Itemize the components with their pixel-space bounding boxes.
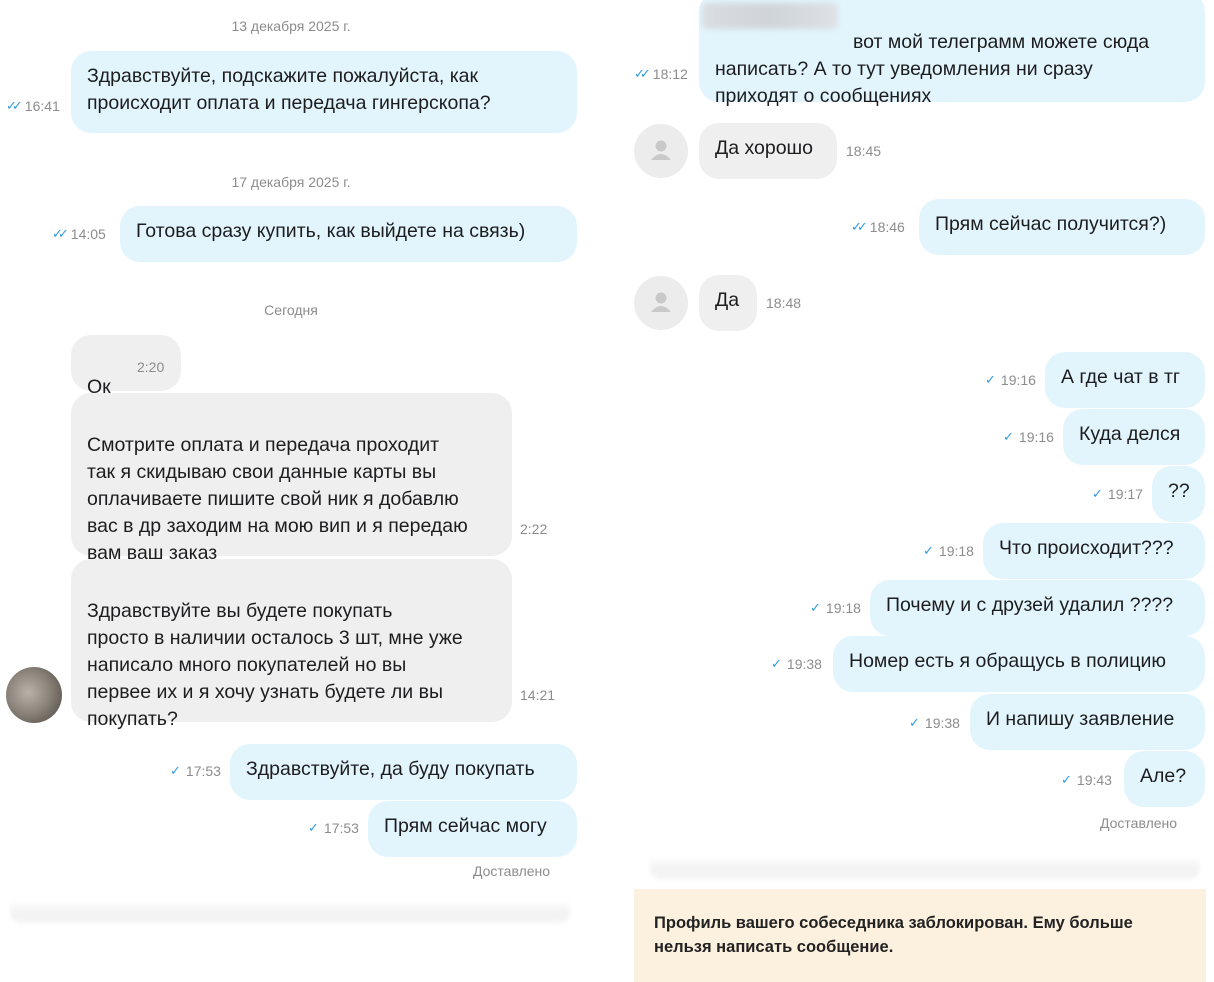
message-time: 19:43	[1076, 772, 1112, 788]
divider	[650, 856, 1200, 880]
message-time: 19:38	[786, 656, 822, 672]
outgoing-message[interactable]: Номер есть я обращусь в полицию	[833, 636, 1205, 692]
message-time: 19:16	[1000, 372, 1036, 388]
single-check-icon: ✓	[909, 715, 920, 730]
blocked-notice: Профиль вашего собеседника заблокирован.…	[634, 889, 1206, 982]
message-meta: ✓ 19:16	[1003, 429, 1054, 445]
message-time: 19:16	[1018, 429, 1054, 445]
message-time: 19:18	[938, 543, 974, 559]
blocked-notice-text: Профиль вашего собеседника заблокирован.…	[654, 914, 1133, 956]
single-check-icon: ✓	[170, 763, 181, 778]
outgoing-message[interactable]: Готова сразу купить, как выйдете на связ…	[120, 206, 577, 262]
message-meta: ✓ 17:53	[170, 763, 221, 779]
outgoing-message[interactable]: Здравствуйте, подскажите пожалуйста, как…	[71, 51, 577, 133]
incoming-message[interactable]: Ок 2:20	[71, 335, 181, 398]
message-meta: ✓✓ 18:12	[634, 66, 688, 82]
date-separator: 17 декабря 2025 г.	[231, 174, 351, 190]
message-time: 17:53	[185, 763, 221, 779]
single-check-icon: ✓	[985, 372, 996, 387]
message-text: Здравствуйте вы будете покупать просто в…	[87, 600, 463, 730]
message-time: 18:48	[766, 295, 802, 311]
message-time: 2:20	[137, 359, 165, 375]
message-time: 19:17	[1107, 486, 1143, 502]
incoming-message[interactable]: Да хорошо	[699, 123, 837, 179]
message-meta: ✓ 19:18	[923, 543, 974, 559]
message-meta: ✓ 19:38	[909, 715, 960, 731]
outgoing-message[interactable]: Здравствуйте, да буду покупать	[230, 744, 577, 800]
message-meta: ✓ 19:16	[985, 372, 1036, 388]
message-time: 19:38	[924, 715, 960, 731]
user-placeholder-icon	[651, 292, 671, 312]
date-separator: Сегодня	[264, 302, 318, 318]
message-time: 2:22	[520, 521, 548, 537]
single-check-icon: ✓	[923, 543, 934, 558]
outgoing-message[interactable]: А где чат в тг	[1045, 352, 1205, 408]
delivery-status: Доставлено	[1100, 815, 1178, 831]
message-time: 17:53	[323, 820, 359, 836]
message-time: 18:12	[652, 66, 688, 82]
message-meta: ✓ 17:53	[308, 820, 359, 836]
message-meta: ✓ 19:18	[810, 600, 861, 616]
chat-panel-left: 13 декабря 2025 г. ✓✓ 16:41 Здравствуйте…	[0, 0, 600, 982]
incoming-message[interactable]: Да	[699, 275, 757, 331]
outgoing-message[interactable]: Почему и с друзей удалил ????	[870, 580, 1205, 636]
message-text: Смотрите оплата и передача проходит так …	[87, 434, 468, 564]
message-time: 18:46	[869, 219, 905, 235]
message-time: 14:21	[520, 687, 556, 703]
double-check-icon: ✓✓	[634, 66, 651, 81]
single-check-icon: ✓	[1092, 486, 1103, 501]
divider	[10, 900, 570, 924]
user-placeholder-icon	[651, 140, 671, 160]
single-check-icon: ✓	[1061, 772, 1072, 787]
single-check-icon: ✓	[1003, 429, 1014, 444]
double-check-icon: ✓✓	[6, 98, 23, 113]
message-time: 16:41	[24, 98, 60, 114]
outgoing-message[interactable]: Але?	[1124, 751, 1205, 807]
double-check-icon: ✓✓	[52, 226, 69, 241]
outgoing-message[interactable]: Прям сейчас могу	[368, 801, 577, 857]
single-check-icon: ✓	[810, 600, 821, 615]
date-separator: 13 декабря 2025 г.	[231, 18, 351, 34]
outgoing-message[interactable]: Куда делся	[1063, 409, 1205, 465]
message-meta: ✓✓ 16:41	[6, 98, 60, 114]
outgoing-message[interactable]: И напишу заявление	[970, 694, 1205, 750]
single-check-icon: ✓	[771, 656, 782, 671]
double-check-icon: ✓✓	[851, 219, 868, 234]
contact-avatar[interactable]	[634, 124, 688, 178]
message-text: вот мой телеграмм можете сюда написать? …	[715, 31, 1150, 107]
incoming-message[interactable]: Здравствуйте вы будете покупать просто в…	[71, 559, 512, 730]
chat-panel-right: ✓✓ 18:12 вот мой телеграмм можете сюда н…	[620, 0, 1214, 982]
contact-avatar[interactable]	[6, 667, 62, 723]
message-meta: ✓✓ 18:46	[851, 219, 905, 235]
contact-avatar[interactable]	[634, 276, 688, 330]
message-time: 19:18	[825, 600, 861, 616]
message-meta: ✓✓ 14:05	[52, 226, 106, 242]
message-time: 14:05	[70, 226, 106, 242]
message-meta: ✓ 19:43	[1061, 772, 1112, 788]
redacted-name	[702, 3, 838, 29]
message-time: 18:45	[846, 143, 882, 159]
outgoing-message[interactable]: Прям сейчас получится?)	[919, 199, 1205, 255]
single-check-icon: ✓	[308, 820, 319, 835]
message-meta: ✓ 19:17	[1092, 486, 1143, 502]
outgoing-message[interactable]: Что происходит???	[983, 523, 1205, 579]
delivery-status: Доставлено	[473, 863, 551, 879]
outgoing-message[interactable]: ??	[1152, 466, 1205, 522]
incoming-message[interactable]: Смотрите оплата и передача проходит так …	[71, 393, 512, 564]
message-meta: ✓ 19:38	[771, 656, 822, 672]
